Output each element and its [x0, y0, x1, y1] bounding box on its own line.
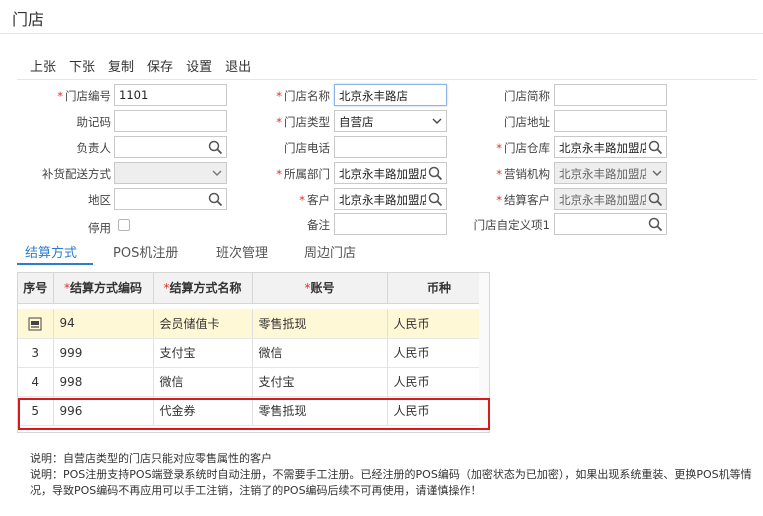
store-code-field[interactable]: 1101 — [114, 84, 227, 106]
chevron-down-icon — [212, 170, 222, 176]
cell-code[interactable]: 999 — [53, 338, 154, 368]
replenish-mode-select[interactable] — [114, 162, 227, 184]
disabled-label: 停用 — [88, 221, 111, 235]
cell-name[interactable]: 会员储值卡 — [153, 309, 253, 339]
cell-code[interactable]: 998 — [53, 367, 154, 397]
highlighted-row-outline — [18, 398, 490, 430]
store-address-field[interactable] — [554, 110, 667, 132]
column-header-name: *结算方式名称 — [153, 273, 253, 304]
cell-currency[interactable]: 人民币 — [387, 309, 489, 339]
disabled-checkbox[interactable] — [118, 219, 130, 231]
replenish-mode-label: 补货配送方式 — [42, 167, 111, 181]
exit-button[interactable]: 退出 — [225, 56, 251, 75]
customer-label: * 客户 — [299, 193, 330, 207]
customer-field[interactable]: 北京永丰路加盟店 — [334, 188, 447, 210]
search-icon[interactable] — [648, 217, 663, 232]
settle-customer-label: * 结算客户 — [496, 193, 550, 207]
department-label: * 所属部门 — [276, 167, 330, 181]
department-field[interactable]: 北京永丰路加盟店 — [334, 162, 447, 184]
region-label: 地区 — [88, 193, 111, 207]
custom1-field[interactable] — [554, 213, 667, 235]
store-code-label: * 门店编号 — [57, 89, 111, 103]
copy-button[interactable]: 复制 — [108, 56, 134, 75]
column-header-seq: 序号 — [18, 273, 54, 304]
short-name-label: 门店简称 — [504, 89, 550, 103]
store-type-label: * 门店类型 — [276, 115, 330, 129]
cell-account[interactable]: 微信 — [252, 338, 388, 368]
toolbar-divider — [17, 79, 757, 80]
note-line: 说明：POS注册支持POS端登录系统时自动注册，不需要手工注册。已经注册的POS… — [30, 468, 752, 497]
save-button[interactable]: 保存 — [147, 56, 173, 75]
table-row[interactable]: 4 998 微信 支付宝 人民币 — [18, 367, 489, 397]
tab-pos-registration[interactable]: POS机注册 — [113, 242, 178, 261]
cell-currency[interactable]: 人民币 — [387, 338, 489, 368]
row-action-cell[interactable] — [18, 309, 54, 339]
store-type-select[interactable]: 自营店 — [334, 110, 447, 132]
cell-name[interactable]: 支付宝 — [153, 338, 253, 368]
prev-record-button[interactable]: 上张 — [30, 56, 56, 75]
cell-seq: 4 — [18, 367, 54, 397]
chevron-down-icon — [432, 118, 442, 124]
sales-org-select[interactable]: 北京永丰路加盟店 — [554, 162, 667, 184]
search-icon[interactable] — [648, 192, 663, 207]
cell-account[interactable]: 支付宝 — [252, 367, 388, 397]
next-record-button[interactable]: 下张 — [69, 56, 95, 75]
store-warehouse-field[interactable]: 北京永丰路加盟店 — [554, 136, 667, 158]
search-icon[interactable] — [208, 192, 223, 207]
window-title: 门店 — [12, 10, 45, 29]
search-icon[interactable] — [648, 140, 663, 155]
cell-account[interactable]: 零售抵现 — [252, 309, 388, 339]
detail-tabs: 结算方式 POS机注册 班次管理 周边门店 — [17, 242, 757, 268]
toolbar: 上张 下张 复制 保存 设置 退出 — [30, 56, 251, 75]
store-phone-label: 门店电话 — [284, 141, 330, 155]
column-header-currency: 币种 — [387, 273, 489, 304]
tab-nearby-stores[interactable]: 周边门店 — [304, 242, 356, 261]
table-row[interactable]: 94 会员储值卡 零售抵现 人民币 — [18, 309, 489, 339]
notes: 说明：自营店类型的门店只能对应零售属性的客户 说明：POS注册支持POS端登录系… — [30, 451, 760, 499]
mnemonic-label: 助记码 — [76, 115, 112, 129]
sales-org-label: * 营销机构 — [496, 167, 550, 181]
tab-settlement-methods[interactable]: 结算方式 — [25, 242, 77, 261]
chevron-down-icon — [652, 170, 662, 176]
store-name-field[interactable]: 北京永丰路店 — [334, 84, 447, 106]
mnemonic-field[interactable] — [114, 110, 227, 132]
store-address-label: 门店地址 — [504, 115, 550, 129]
note-line: 说明：自营店类型的门店只能对应零售属性的客户 — [30, 452, 272, 465]
short-name-field[interactable] — [554, 84, 667, 106]
search-icon[interactable] — [428, 166, 443, 181]
row-edit-icon[interactable] — [28, 317, 42, 331]
cell-currency[interactable]: 人民币 — [387, 367, 489, 397]
settle-customer-field[interactable]: 北京永丰路加盟店 — [554, 188, 667, 210]
table-row[interactable]: 3 999 支付宝 微信 人民币 — [18, 338, 489, 368]
column-header-account: *账号 — [252, 273, 388, 304]
column-header-code: *结算方式编码 — [53, 273, 154, 304]
active-tab-indicator — [17, 263, 93, 265]
settings-button[interactable]: 设置 — [186, 56, 212, 75]
store-phone-field[interactable] — [334, 136, 447, 158]
search-icon[interactable] — [208, 140, 223, 155]
region-field[interactable] — [114, 188, 227, 210]
store-warehouse-label: * 门店仓库 — [496, 141, 550, 155]
cell-name[interactable]: 微信 — [153, 367, 253, 397]
title-divider — [0, 33, 763, 34]
remark-label: 备注 — [307, 218, 330, 232]
manager-label: 负责人 — [76, 141, 112, 155]
tab-shift-management[interactable]: 班次管理 — [216, 242, 268, 261]
store-name-label: * 门店名称 — [276, 89, 330, 103]
search-icon[interactable] — [428, 192, 443, 207]
cell-seq: 3 — [18, 338, 54, 368]
cell-code[interactable]: 94 — [53, 309, 154, 339]
remark-field[interactable] — [334, 213, 447, 235]
manager-field[interactable] — [114, 136, 227, 158]
custom1-label: 门店自定义项1 — [473, 218, 550, 232]
